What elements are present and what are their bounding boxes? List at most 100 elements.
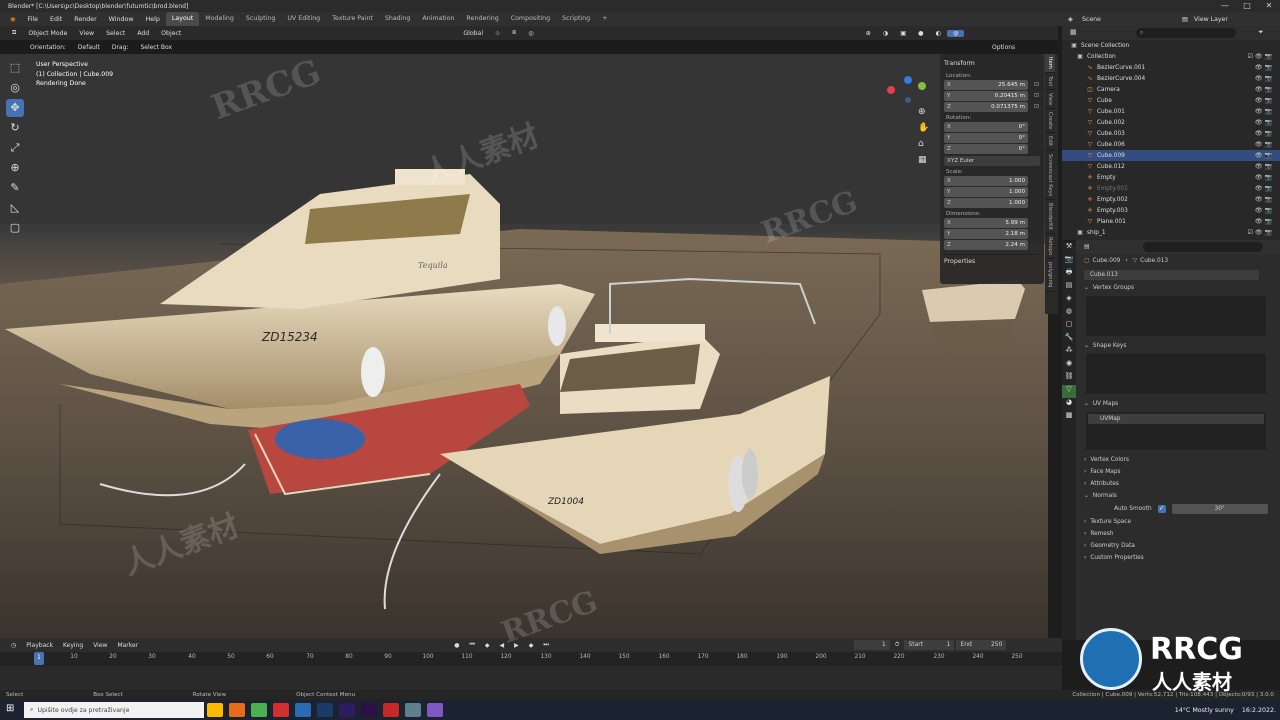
dimensions-y-field[interactable]: Y 2.18 m xyxy=(944,229,1028,239)
modifier-tab-icon[interactable]: 🔧 xyxy=(1062,333,1076,346)
current-frame-field[interactable]: 1 xyxy=(853,640,890,650)
section-vertex-groups[interactable]: ⌄ Vertex Groups xyxy=(1076,282,1280,294)
scale-z-field[interactable]: Z 1.000 xyxy=(944,198,1028,208)
tab-polygoniq[interactable]: polygoniq xyxy=(1045,259,1055,292)
menu-object[interactable]: Object xyxy=(155,30,187,37)
outliner-item[interactable]: ✛ Empty.001 👁📷 xyxy=(1062,183,1280,194)
shape-keys-list[interactable] xyxy=(1086,354,1266,394)
tab-view[interactable]: View xyxy=(1045,90,1055,110)
transform-icon[interactable]: ⊕ xyxy=(6,159,24,177)
tab-compositing[interactable]: Compositing xyxy=(505,12,556,26)
camera-view-icon[interactable]: ⌂ xyxy=(918,136,932,152)
object-tab-icon[interactable]: ▢ xyxy=(1062,320,1076,333)
lock-icon[interactable]: ⊡ xyxy=(1034,92,1039,99)
zoom-icon[interactable]: ⊕ xyxy=(918,104,932,120)
collection-row[interactable]: ▣ ship_1 ☑👁📷 xyxy=(1062,227,1280,238)
tab-sculpting[interactable]: Sculpting xyxy=(240,12,281,26)
tab-animation[interactable]: Animation xyxy=(416,12,460,26)
tab-shading[interactable]: Shading xyxy=(379,12,417,26)
tab-modeling[interactable]: Modeling xyxy=(199,12,240,26)
tab-rendering[interactable]: Rendering xyxy=(461,12,505,26)
transform-orientation[interactable]: Global xyxy=(457,30,489,37)
view-layer-selector[interactable]: View Layer xyxy=(1194,16,1228,23)
location-x-field[interactable]: X 25.645 m xyxy=(944,80,1028,90)
clock[interactable]: 16:2.2022. xyxy=(1242,707,1276,714)
auto-smooth-checkbox[interactable]: ✓ xyxy=(1157,505,1166,513)
outliner-item[interactable]: ∿ BezierCurve.004 👁📷 xyxy=(1062,73,1280,84)
output-tab-icon[interactable]: 🖶 xyxy=(1062,268,1076,281)
skype-icon[interactable] xyxy=(295,703,311,717)
close-button[interactable]: ✕ xyxy=(1258,0,1280,12)
tab-scripting[interactable]: Scripting xyxy=(556,12,596,26)
outliner-item[interactable]: ✛ Empty.003 👁📷 xyxy=(1062,205,1280,216)
tab-item[interactable]: Item xyxy=(1045,54,1055,73)
chrome-icon[interactable] xyxy=(251,703,267,717)
rotate-icon[interactable]: ↻ xyxy=(6,119,24,137)
scene-tab-icon[interactable]: ◈ xyxy=(1062,294,1076,307)
outliner-item[interactable]: ∿ BezierCurve.001 👁📷 xyxy=(1062,62,1280,73)
section-geometry-data[interactable]: › Geometry Data xyxy=(1076,540,1280,552)
location-y-field[interactable]: Y 0.20415 m xyxy=(944,91,1028,101)
weather-widget[interactable]: 14°C Mostly sunny xyxy=(1175,707,1234,714)
properties-section-header[interactable]: Properties xyxy=(944,254,1040,268)
prev-keyframe-icon[interactable]: ◆ xyxy=(480,642,495,649)
timeline-ruler[interactable]: 1 10 20 30 40 50 60 70 80 90 100 110 120… xyxy=(0,652,1062,666)
cursor-icon[interactable]: ◎ xyxy=(6,79,24,97)
outliner-item-selected[interactable]: ▽ Cube.009 👁📷 xyxy=(1062,150,1280,161)
stopwatch-icon[interactable]: ⏱ xyxy=(890,641,905,649)
tab-texture-paint[interactable]: Texture Paint xyxy=(326,12,379,26)
rotation-x-field[interactable]: X 0° xyxy=(944,122,1028,132)
end-frame-field[interactable]: End 250 xyxy=(956,640,1007,650)
scale-y-field[interactable]: Y 1.000 xyxy=(944,187,1028,197)
annotate-icon[interactable]: ✎ xyxy=(6,179,24,197)
shading-solid-icon[interactable]: ● xyxy=(912,30,929,37)
minimize-button[interactable]: — xyxy=(1214,0,1236,12)
menu-edit[interactable]: Edit xyxy=(44,16,68,23)
outliner-item[interactable]: ▽ Cube.012 👁📷 xyxy=(1062,161,1280,172)
vertex-groups-list[interactable] xyxy=(1086,296,1266,336)
tab-edit[interactable]: Edit xyxy=(1045,133,1055,151)
timeline-editor-icon[interactable]: ◷ xyxy=(6,642,21,649)
tab-layout[interactable]: Layout xyxy=(165,12,200,26)
uv-maps-list[interactable]: UVMap xyxy=(1086,412,1266,450)
mesh-name-field[interactable]: Cube.013 xyxy=(1084,270,1259,280)
ortho-grid-icon[interactable]: ▦ xyxy=(918,152,932,168)
section-remesh[interactable]: › Remesh xyxy=(1076,528,1280,540)
physics-tab-icon[interactable]: ◉ xyxy=(1062,359,1076,372)
outliner-item[interactable]: ▽ Cube.002 👁📷 xyxy=(1062,117,1280,128)
menu-file[interactable]: File xyxy=(22,16,45,23)
section-normals[interactable]: ⌄ Normals xyxy=(1076,490,1280,502)
start-frame-field[interactable]: Start 1 xyxy=(904,640,955,650)
shading-material-icon[interactable]: ◐ xyxy=(929,30,946,37)
outliner-item[interactable]: ▽ Cube 👁📷 xyxy=(1062,95,1280,106)
outliner-item[interactable]: ▽ Cube.003 👁📷 xyxy=(1062,128,1280,139)
options-dropdown[interactable]: Options xyxy=(986,44,1021,51)
dimensions-z-field[interactable]: Z 2.24 m xyxy=(944,240,1028,250)
outliner-item[interactable]: ✛ Empty 👁📷 xyxy=(1062,172,1280,183)
file-explorer-icon[interactable] xyxy=(207,703,223,717)
snap-icon[interactable]: ⧈ xyxy=(506,29,522,37)
world-tab-icon[interactable]: ◍ xyxy=(1062,307,1076,320)
scale-x-field[interactable]: X 1.000 xyxy=(944,176,1028,186)
windows-start-icon[interactable]: ⊞ xyxy=(6,703,14,714)
menu-view-timeline[interactable]: View xyxy=(88,642,112,649)
view-layer-tab-icon[interactable]: ▤ xyxy=(1062,281,1076,294)
section-attributes[interactable]: › Attributes xyxy=(1076,478,1280,490)
section-vertex-colors[interactable]: › Vertex Colors xyxy=(1076,454,1280,466)
after-effects-icon[interactable] xyxy=(361,703,377,717)
properties-editor-icon[interactable]: ▤ xyxy=(1084,244,1089,250)
tab-tool[interactable]: Tool xyxy=(1045,73,1055,90)
scene-collection-row[interactable]: ▣ Scene Collection xyxy=(1062,40,1280,51)
menu-view[interactable]: View xyxy=(73,30,100,37)
blender-taskbar-icon[interactable] xyxy=(229,703,245,717)
blender-logo-icon[interactable]: ◉ xyxy=(4,16,22,23)
pan-hand-icon[interactable]: ✋ xyxy=(918,120,932,136)
particles-tab-icon[interactable]: ⁂ xyxy=(1062,346,1076,359)
uv-map-item[interactable]: UVMap xyxy=(1088,414,1264,424)
playhead[interactable]: 1 xyxy=(34,652,44,665)
outliner-item[interactable]: ▽ Cube.001 👁📷 xyxy=(1062,106,1280,117)
material-tab-icon[interactable]: ◕ xyxy=(1062,398,1076,411)
section-texture-space[interactable]: › Texture Space xyxy=(1076,516,1280,528)
mesh-data-tab-icon[interactable]: ▽ xyxy=(1062,385,1076,398)
outliner-item[interactable]: ▽ Cube.006 👁📷 xyxy=(1062,139,1280,150)
